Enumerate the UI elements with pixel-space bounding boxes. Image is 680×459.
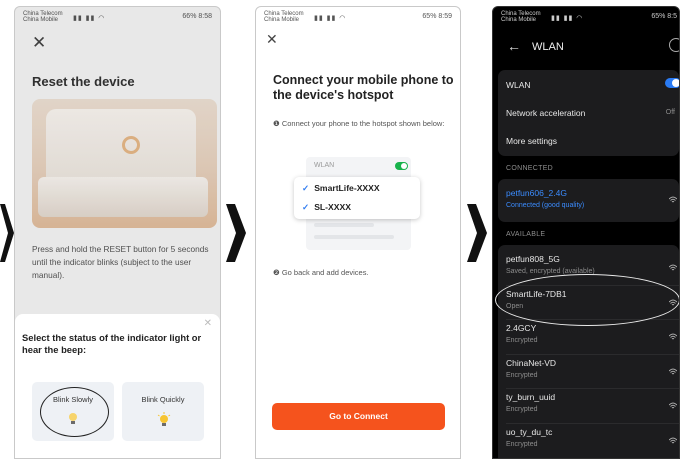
wifi-icon xyxy=(669,333,677,340)
sheet-close-icon[interactable]: ✕ xyxy=(204,318,212,329)
hotspot-list: ✓ SmartLife-XXXX ✓ SL-XXXX xyxy=(294,177,420,219)
check-icon: ✓ xyxy=(302,183,310,193)
sheet-title: Select the status of the indicator light… xyxy=(22,332,202,355)
network-acceleration-row[interactable]: Network acceleration xyxy=(506,108,585,118)
carrier-labels: China Telecom China Mobile xyxy=(264,11,304,23)
network-name: petfun606_2.4G xyxy=(506,188,567,198)
step-one-icon: ❶ xyxy=(273,119,282,128)
blink-quickly-option[interactable]: Blink Quickly xyxy=(122,382,204,441)
wlan-row-label: WLAN xyxy=(506,80,531,90)
network-status: Encrypted xyxy=(506,440,538,448)
available-header: AVAILABLE xyxy=(506,231,546,238)
wlan-toggle-icon xyxy=(395,162,408,170)
connect-hotspot-screen: China Telecom China Mobile ▮▮ ▮▮ ◠ 65% 8… xyxy=(255,6,461,459)
battery-time: 65% 8:5 xyxy=(651,13,677,20)
wifi-icon xyxy=(669,264,677,271)
network-list-item[interactable]: ChinaNet-VD Encrypted xyxy=(498,355,679,389)
step-two: ❷ Go back and add devices. xyxy=(273,268,369,277)
status-bar: China Telecom China Mobile ▮▮ ▮▮ ◠ 65% 8… xyxy=(256,7,460,29)
carrier-labels: China Telecom China Mobile xyxy=(501,11,541,23)
network-name: uo_ty_du_tc xyxy=(506,426,553,437)
reset-device-screen: China Telecom China Mobile ▮▮ ▮▮ ◠ 66% 8… xyxy=(14,6,221,459)
step-one: ❶ Connect your phone to the hotspot show… xyxy=(273,119,445,128)
network-name: 2.4GCY xyxy=(506,323,537,333)
hotspot-option[interactable]: ✓ SL-XXXX xyxy=(302,202,351,213)
indicator-status-sheet: ✕ Select the status of the indicator lig… xyxy=(15,314,220,458)
bulb-flashing-icon xyxy=(157,412,171,426)
network-list-item[interactable]: ty_burn_uuid Encrypted xyxy=(498,389,679,424)
connected-header: CONNECTED xyxy=(506,165,554,172)
status-bar: China Telecom China Mobile ▮▮ ▮▮ ◠ 65% 8… xyxy=(493,7,679,29)
network-name: petfun808_5G xyxy=(506,254,560,264)
wlan-settings-screen: China Telecom China Mobile ▮▮ ▮▮ ◠ 65% 8… xyxy=(492,6,680,459)
network-name: ty_burn_uuid xyxy=(506,392,556,402)
network-name: ChinaNet-VD xyxy=(506,357,557,368)
step-two-icon: ❷ xyxy=(273,268,282,277)
back-arrow-icon[interactable]: ← xyxy=(507,38,521,54)
highlight-ellipse xyxy=(495,274,679,326)
network-status: Connected (good quality) xyxy=(506,202,585,209)
wifi-icon xyxy=(669,437,677,443)
wifi-icon xyxy=(669,402,677,409)
page-title: WLAN xyxy=(532,41,564,53)
flow-arrow-icon xyxy=(467,204,487,262)
signal-icon: ▮▮ ▮▮ ◠ xyxy=(551,15,584,22)
hotspot-option[interactable]: ✓ SmartLife-XXXX xyxy=(302,183,380,194)
network-status: Encrypted xyxy=(506,371,538,379)
page-title: Connect your mobile phone to the device'… xyxy=(273,73,454,102)
help-icon[interactable] xyxy=(669,38,679,52)
wlan-label: WLAN xyxy=(314,162,335,169)
network-list-item[interactable]: uo_ty_du_tc Encrypted xyxy=(498,424,679,459)
wifi-icon xyxy=(669,368,677,374)
flow-arrow-icon xyxy=(226,204,246,262)
wlan-toggle[interactable] xyxy=(665,78,679,88)
connected-network[interactable]: petfun606_2.4G Connected (good quality) xyxy=(498,179,679,222)
go-to-connect-button[interactable]: Go to Connect xyxy=(272,403,445,430)
wlan-settings-card: WLAN Network acceleration Off More setti… xyxy=(498,70,679,156)
battery-time: 65% 8:59 xyxy=(422,13,452,20)
network-acceleration-value: Off xyxy=(665,109,675,116)
flow-arrow-icon xyxy=(0,204,14,262)
check-icon: ✓ xyxy=(302,202,310,212)
wifi-icon xyxy=(669,196,677,203)
close-icon[interactable]: ✕ xyxy=(266,31,278,48)
network-status: Encrypted xyxy=(506,337,538,344)
network-status: Encrypted xyxy=(506,406,538,413)
more-settings-row[interactable]: More settings xyxy=(506,136,557,146)
highlight-ellipse xyxy=(40,387,109,437)
signal-icon: ▮▮ ▮▮ ◠ xyxy=(314,15,347,22)
